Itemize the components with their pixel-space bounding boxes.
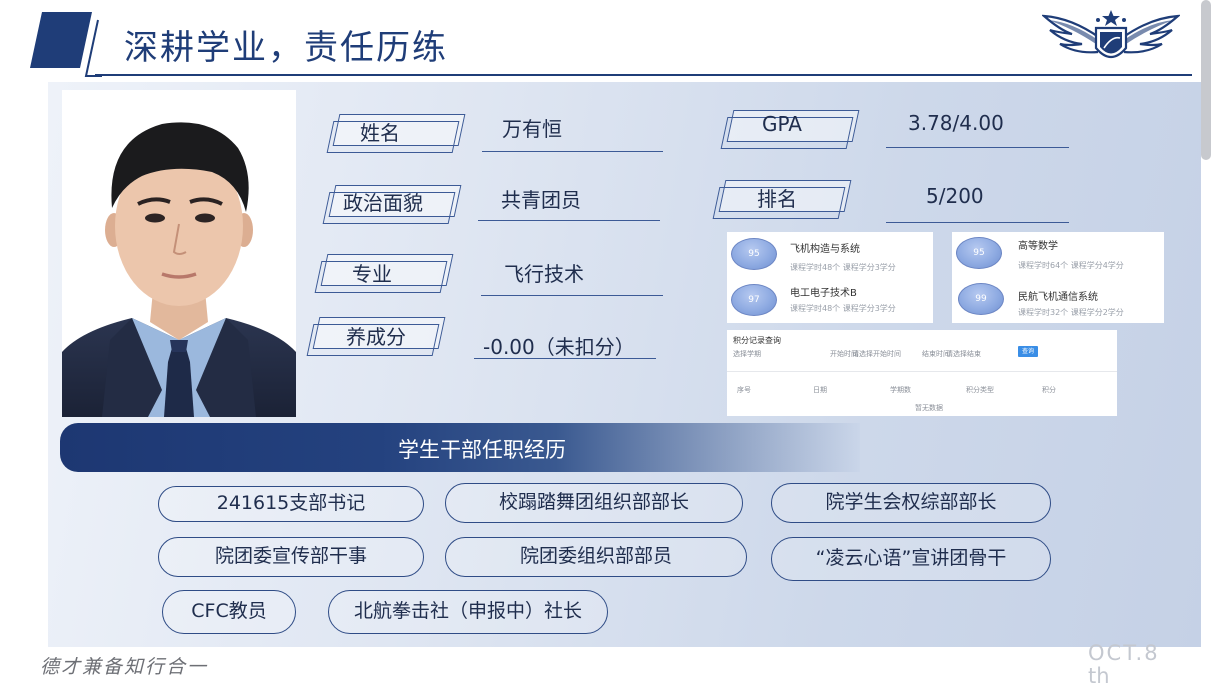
major-label: 专业 (352, 262, 392, 286)
gpa-label: GPA (762, 112, 802, 136)
rank-underline (886, 222, 1069, 224)
credit-score-value: -0.00（未扣分） (483, 335, 635, 359)
course-name: 高等数学 (1018, 241, 1058, 252)
school-motto: 德才兼备知行合一 (40, 656, 209, 678)
course-score-badge: 95 (956, 237, 1002, 269)
position-chip: CFC教员 (162, 590, 296, 634)
political-status-value: 共青团员 (501, 188, 581, 212)
query-button[interactable]: 查询 (1018, 346, 1038, 357)
position-chip: “凌云心语”宣讲团骨干 (771, 537, 1051, 581)
winged-emblem-icon (1042, 10, 1180, 59)
political-underline (478, 220, 660, 222)
course-name: 电工电子技术B (790, 288, 857, 299)
credit-score-label: 养成分 (346, 325, 406, 349)
position-chip: 院团委宣传部干事 (158, 537, 424, 577)
query-divider (727, 371, 1117, 372)
name-value: 万有恒 (502, 117, 562, 141)
course-detail: 课程学时64个 课程学分4学分 (1018, 261, 1124, 270)
course-detail: 课程学时48个 课程学分3学分 (790, 263, 896, 272)
gpa-value: 3.78/4.00 (908, 111, 1004, 135)
position-chip: 北航拳击社（申报中）社长 (328, 590, 608, 634)
course-score-badge: 95 (731, 238, 777, 270)
name-label: 姓名 (360, 121, 400, 145)
column-header: 积分类型 (966, 386, 994, 394)
column-header: 积分 (1042, 386, 1056, 394)
position-chip: 校蹋踏舞团组织部部长 (445, 483, 743, 523)
header-decoration (30, 12, 102, 77)
course-detail: 课程学时48个 课程学分3学分 (790, 304, 896, 313)
column-header: 日期 (813, 386, 827, 394)
rank-label: 排名 (757, 187, 797, 211)
course-score-badge: 99 (958, 283, 1004, 315)
date-line-1: OCT.8 (1088, 641, 1160, 665)
name-underline (482, 151, 663, 153)
column-header: 序号 (737, 386, 751, 394)
credit-underline (474, 358, 656, 360)
header-divider (95, 74, 1192, 76)
course-name: 民航飞机通信系统 (1018, 292, 1098, 303)
major-value: 飞行技术 (504, 262, 584, 286)
portrait-photo (62, 90, 296, 417)
date-line-2: th (1088, 664, 1110, 688)
page-title: 深耕学业，责任历练 (124, 28, 448, 68)
scrollbar[interactable] (1201, 0, 1211, 160)
empty-data-text: 暂无数据 (915, 404, 943, 412)
course-name: 飞机构造与系统 (790, 244, 860, 255)
major-underline (481, 295, 663, 297)
position-chip: 院学生会权综部部长 (771, 483, 1051, 523)
position-chip: 院团委组织部部员 (445, 537, 747, 577)
course-detail: 课程学时32个 课程学分2学分 (1018, 308, 1124, 317)
course-score-badge: 97 (731, 284, 777, 316)
start-time-input[interactable]: 请选择开始时间 (852, 349, 901, 359)
section-title: 学生干部任职经历 (398, 438, 566, 462)
query-panel-title: 积分记录查询 (733, 336, 781, 345)
political-status-label: 政治面貌 (343, 191, 423, 215)
position-chip: 241615支部书记 (158, 486, 424, 522)
column-header: 学期数 (890, 386, 911, 394)
rank-value: 5/200 (926, 184, 984, 208)
semester-filter-label[interactable]: 选择学期 (733, 349, 761, 359)
gpa-underline (886, 147, 1069, 149)
end-time-input[interactable]: 请选择结束 (946, 349, 981, 359)
